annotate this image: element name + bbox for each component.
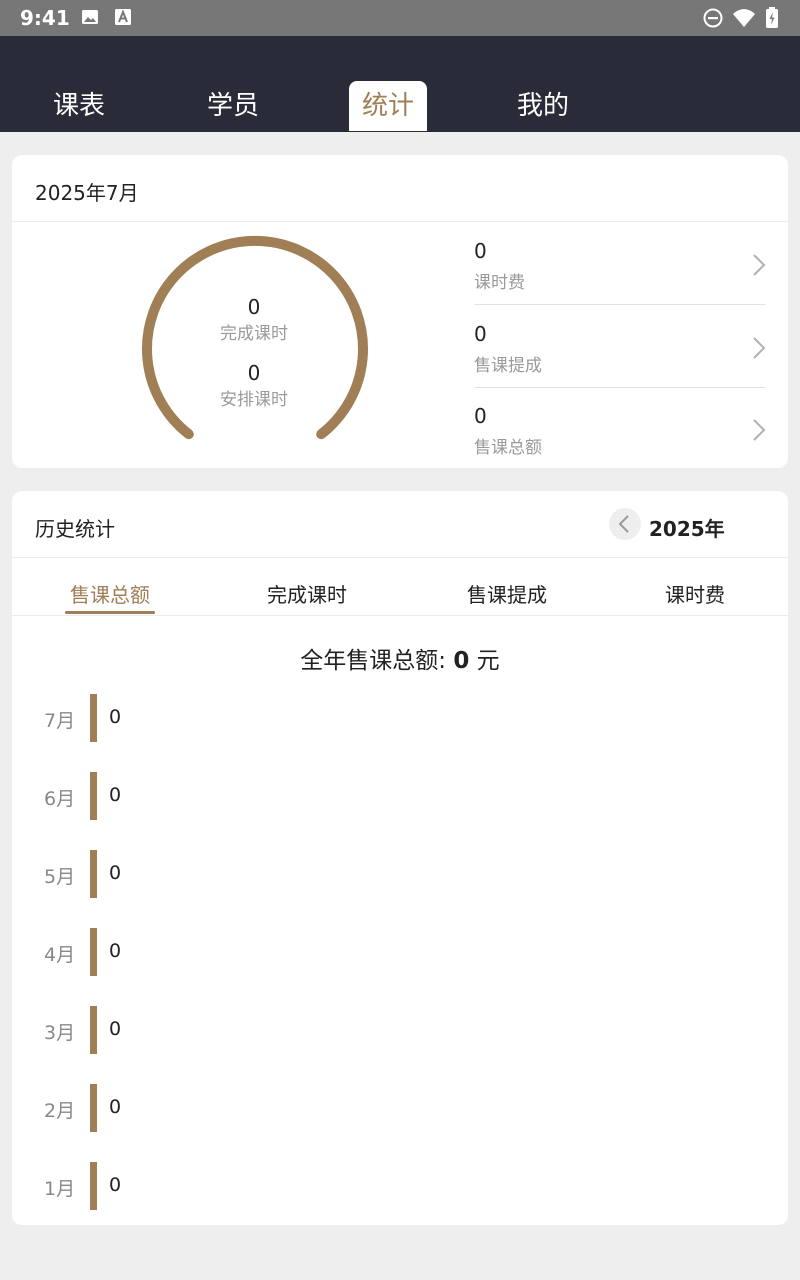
battery-icon: [766, 7, 778, 28]
tab-sales-total[interactable]: 售课总额: [50, 579, 170, 608]
divider: [12, 221, 788, 222]
tab-mine[interactable]: 我的: [488, 81, 598, 131]
metric-label: 售课总额: [474, 438, 542, 458]
divider: [12, 557, 788, 558]
lesson-gauge: 0 完成课时 0 安排课时: [138, 235, 374, 445]
scheduled-hours-value: 0: [247, 361, 261, 385]
divider: [474, 304, 766, 305]
month-bar: [90, 1084, 97, 1132]
metric-value: 0: [474, 322, 487, 346]
month-value: 0: [109, 1096, 122, 1118]
completed-hours: 0 完成课时: [194, 295, 314, 344]
prev-year-button[interactable]: [609, 508, 641, 540]
chevron-right-icon: [753, 419, 766, 441]
month-value: 0: [109, 940, 122, 962]
month-row: 3月 0: [12, 1006, 412, 1054]
month-title: 2025年7月: [35, 181, 139, 205]
status-time: 9:41: [20, 6, 70, 30]
month-value: 0: [109, 706, 122, 728]
metric-sales-commission[interactable]: 0 售课提成: [474, 306, 768, 388]
tab-sales-commission[interactable]: 售课提成: [447, 579, 567, 608]
metric-lesson-fee[interactable]: 0 课时费: [474, 223, 768, 305]
annual-total: 全年售课总额: 0 元: [12, 641, 788, 675]
tab-statistics[interactable]: 统计: [349, 81, 427, 131]
month-row: 4月 0: [12, 928, 412, 976]
metric-value: 0: [474, 404, 487, 428]
month-bar: [90, 1006, 97, 1054]
completed-hours-label: 完成课时: [220, 324, 288, 344]
annual-total-prefix: 全年售课总额:: [300, 648, 454, 674]
annual-total-value: 0: [453, 648, 470, 674]
year-label: 2025年: [649, 517, 725, 541]
active-tab-indicator: [65, 611, 155, 614]
month-label: 1月: [44, 1178, 76, 1200]
month-row: 6月 0: [12, 772, 412, 820]
wifi-icon: [733, 9, 755, 27]
month-row: 1月 0: [12, 1162, 412, 1210]
month-label: 2月: [44, 1100, 76, 1122]
month-value: 0: [109, 862, 122, 884]
text-notification-icon: [115, 9, 131, 25]
month-label: 5月: [44, 866, 76, 888]
do-not-disturb-icon: [703, 8, 723, 28]
status-bar: 9:41: [0, 0, 800, 36]
metric-sales-total[interactable]: 0 售课总额: [474, 388, 768, 470]
month-value: 0: [109, 1018, 122, 1040]
month-row: 2月 0: [12, 1084, 412, 1132]
top-nav: 课表 学员 统计 我的: [0, 36, 800, 132]
monthly-summary-card: 2025年7月 0 完成课时 0 安排课时 0 课时费 0 售课提成 0 售课总…: [12, 155, 788, 468]
month-bar: [90, 850, 97, 898]
completed-hours-value: 0: [247, 295, 261, 319]
month-bar: [90, 772, 97, 820]
chevron-right-icon: [753, 254, 766, 276]
month-label: 6月: [44, 788, 76, 810]
metric-label: 课时费: [474, 273, 525, 293]
month-bar: [90, 694, 97, 742]
metric-value: 0: [474, 239, 487, 263]
scheduled-hours-label: 安排课时: [220, 390, 288, 410]
month-value: 0: [109, 1174, 122, 1196]
tab-schedule[interactable]: 课表: [24, 81, 134, 131]
month-bar: [90, 1162, 97, 1210]
month-label: 3月: [44, 1022, 76, 1044]
month-value: 0: [109, 784, 122, 806]
image-notification-icon: [82, 10, 98, 24]
month-label: 4月: [44, 944, 76, 966]
chevron-left-icon: [618, 515, 629, 533]
tab-lesson-fee[interactable]: 课时费: [635, 579, 755, 608]
chevron-right-icon: [753, 337, 766, 359]
metric-label: 售课提成: [474, 356, 542, 376]
scheduled-hours: 0 安排课时: [194, 361, 314, 410]
tab-completed-hours[interactable]: 完成课时: [247, 579, 367, 608]
divider: [12, 615, 788, 616]
month-bar: [90, 928, 97, 976]
month-label: 7月: [44, 710, 76, 732]
month-row: 5月 0: [12, 850, 412, 898]
month-row: 7月 0: [12, 694, 412, 742]
history-title: 历史统计: [35, 517, 115, 541]
history-stats-card: 历史统计 2025年 售课总额 完成课时 售课提成 课时费 全年售课总额: 0 …: [12, 491, 788, 1225]
tab-students[interactable]: 学员: [178, 81, 288, 131]
annual-total-unit: 元: [469, 648, 500, 674]
